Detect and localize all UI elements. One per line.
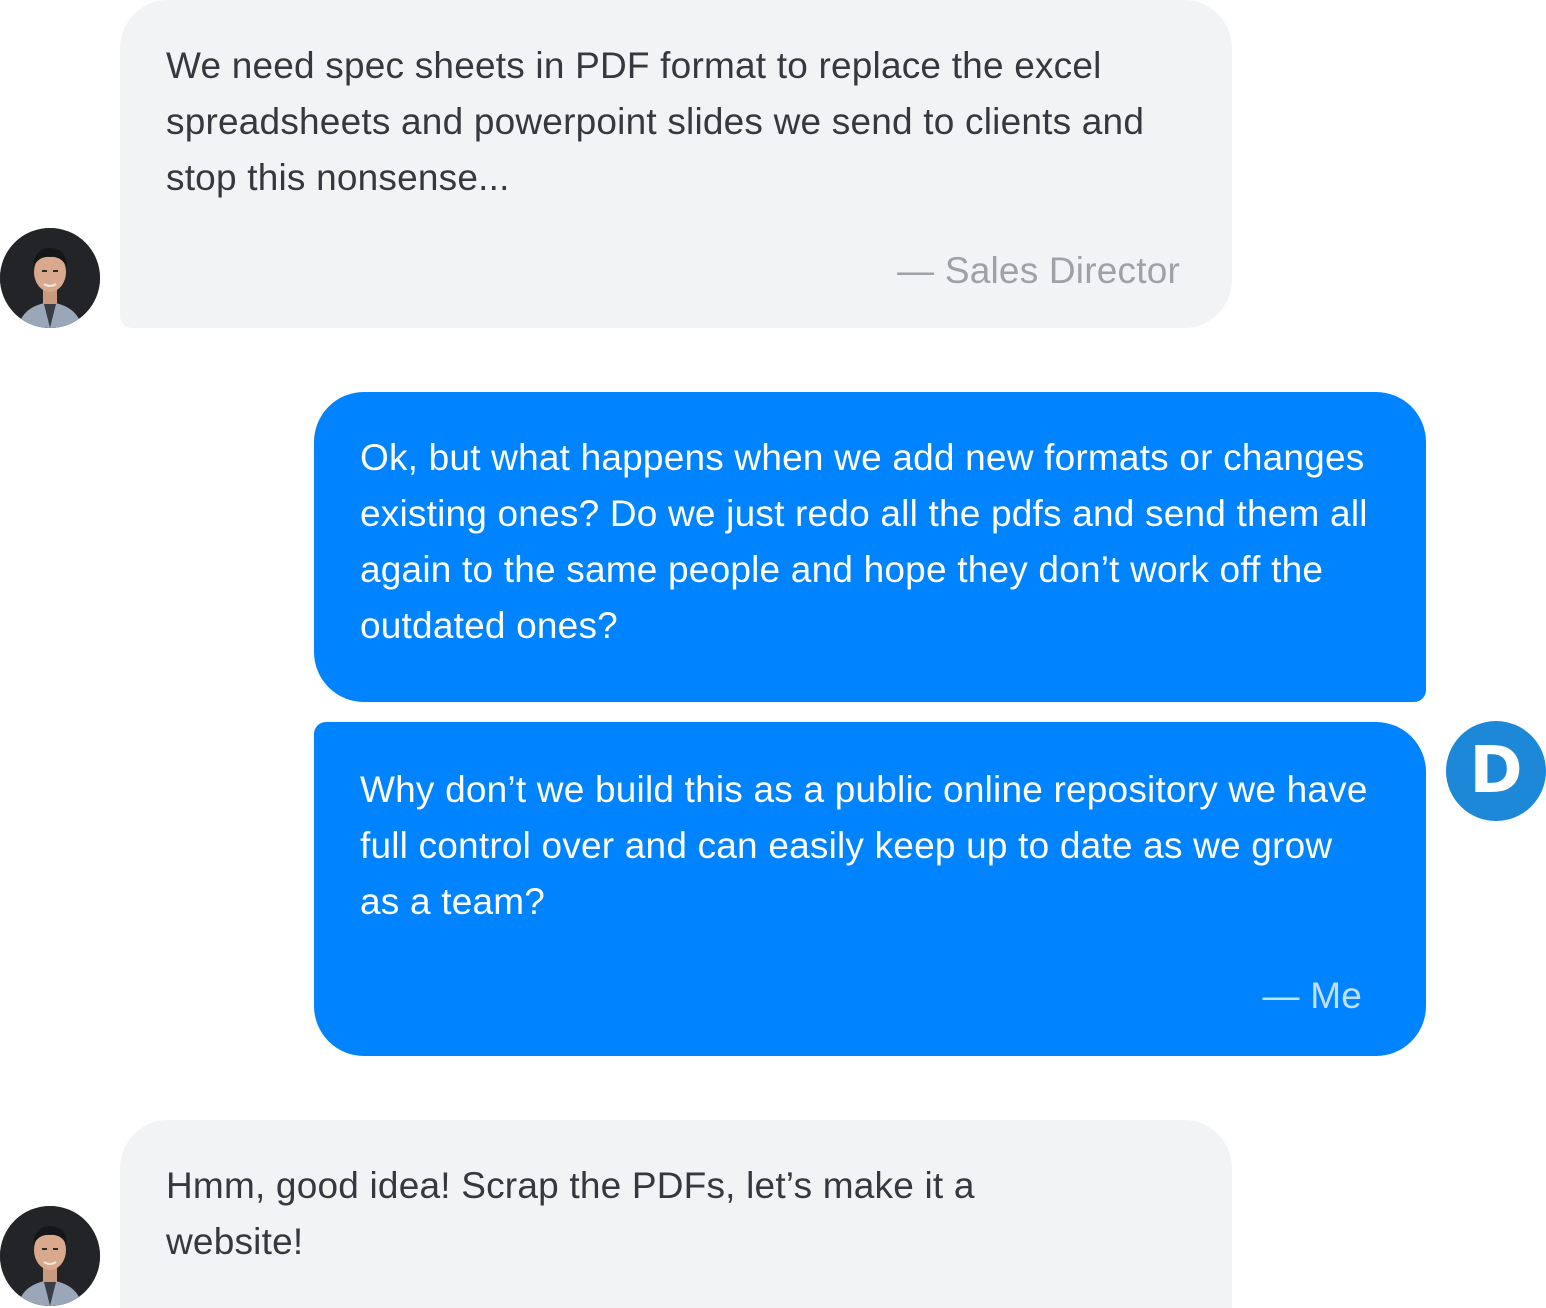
message-bubble-received: Hmm, good idea! Scrap the PDFs, let’s ma… [120,1120,1232,1308]
person-photo-icon [0,1206,100,1306]
message-text: We need spec sheets in PDF format to rep… [166,45,1145,198]
message-bubble-sent: Ok, but what happens when we add new for… [314,392,1426,702]
message-text: Ok, but what happens when we add new for… [360,437,1368,646]
sales-director-avatar[interactable] [0,228,100,328]
message-signature: — Me [1262,975,1362,1016]
message-signature: — Sales Director [897,250,1180,291]
message-text: Why don’t we build this as a public onli… [360,769,1368,922]
message-bubble-received: We need spec sheets in PDF format to rep… [120,0,1232,328]
me-avatar[interactable]: D [1446,721,1546,821]
person-photo-icon [0,228,100,328]
message-text: Hmm, good idea! Scrap the PDFs, let’s ma… [166,1165,975,1262]
avatar-letter: D [1469,734,1523,808]
sales-director-avatar[interactable] [0,1206,100,1306]
message-bubble-sent: Why don’t we build this as a public onli… [314,722,1426,1056]
